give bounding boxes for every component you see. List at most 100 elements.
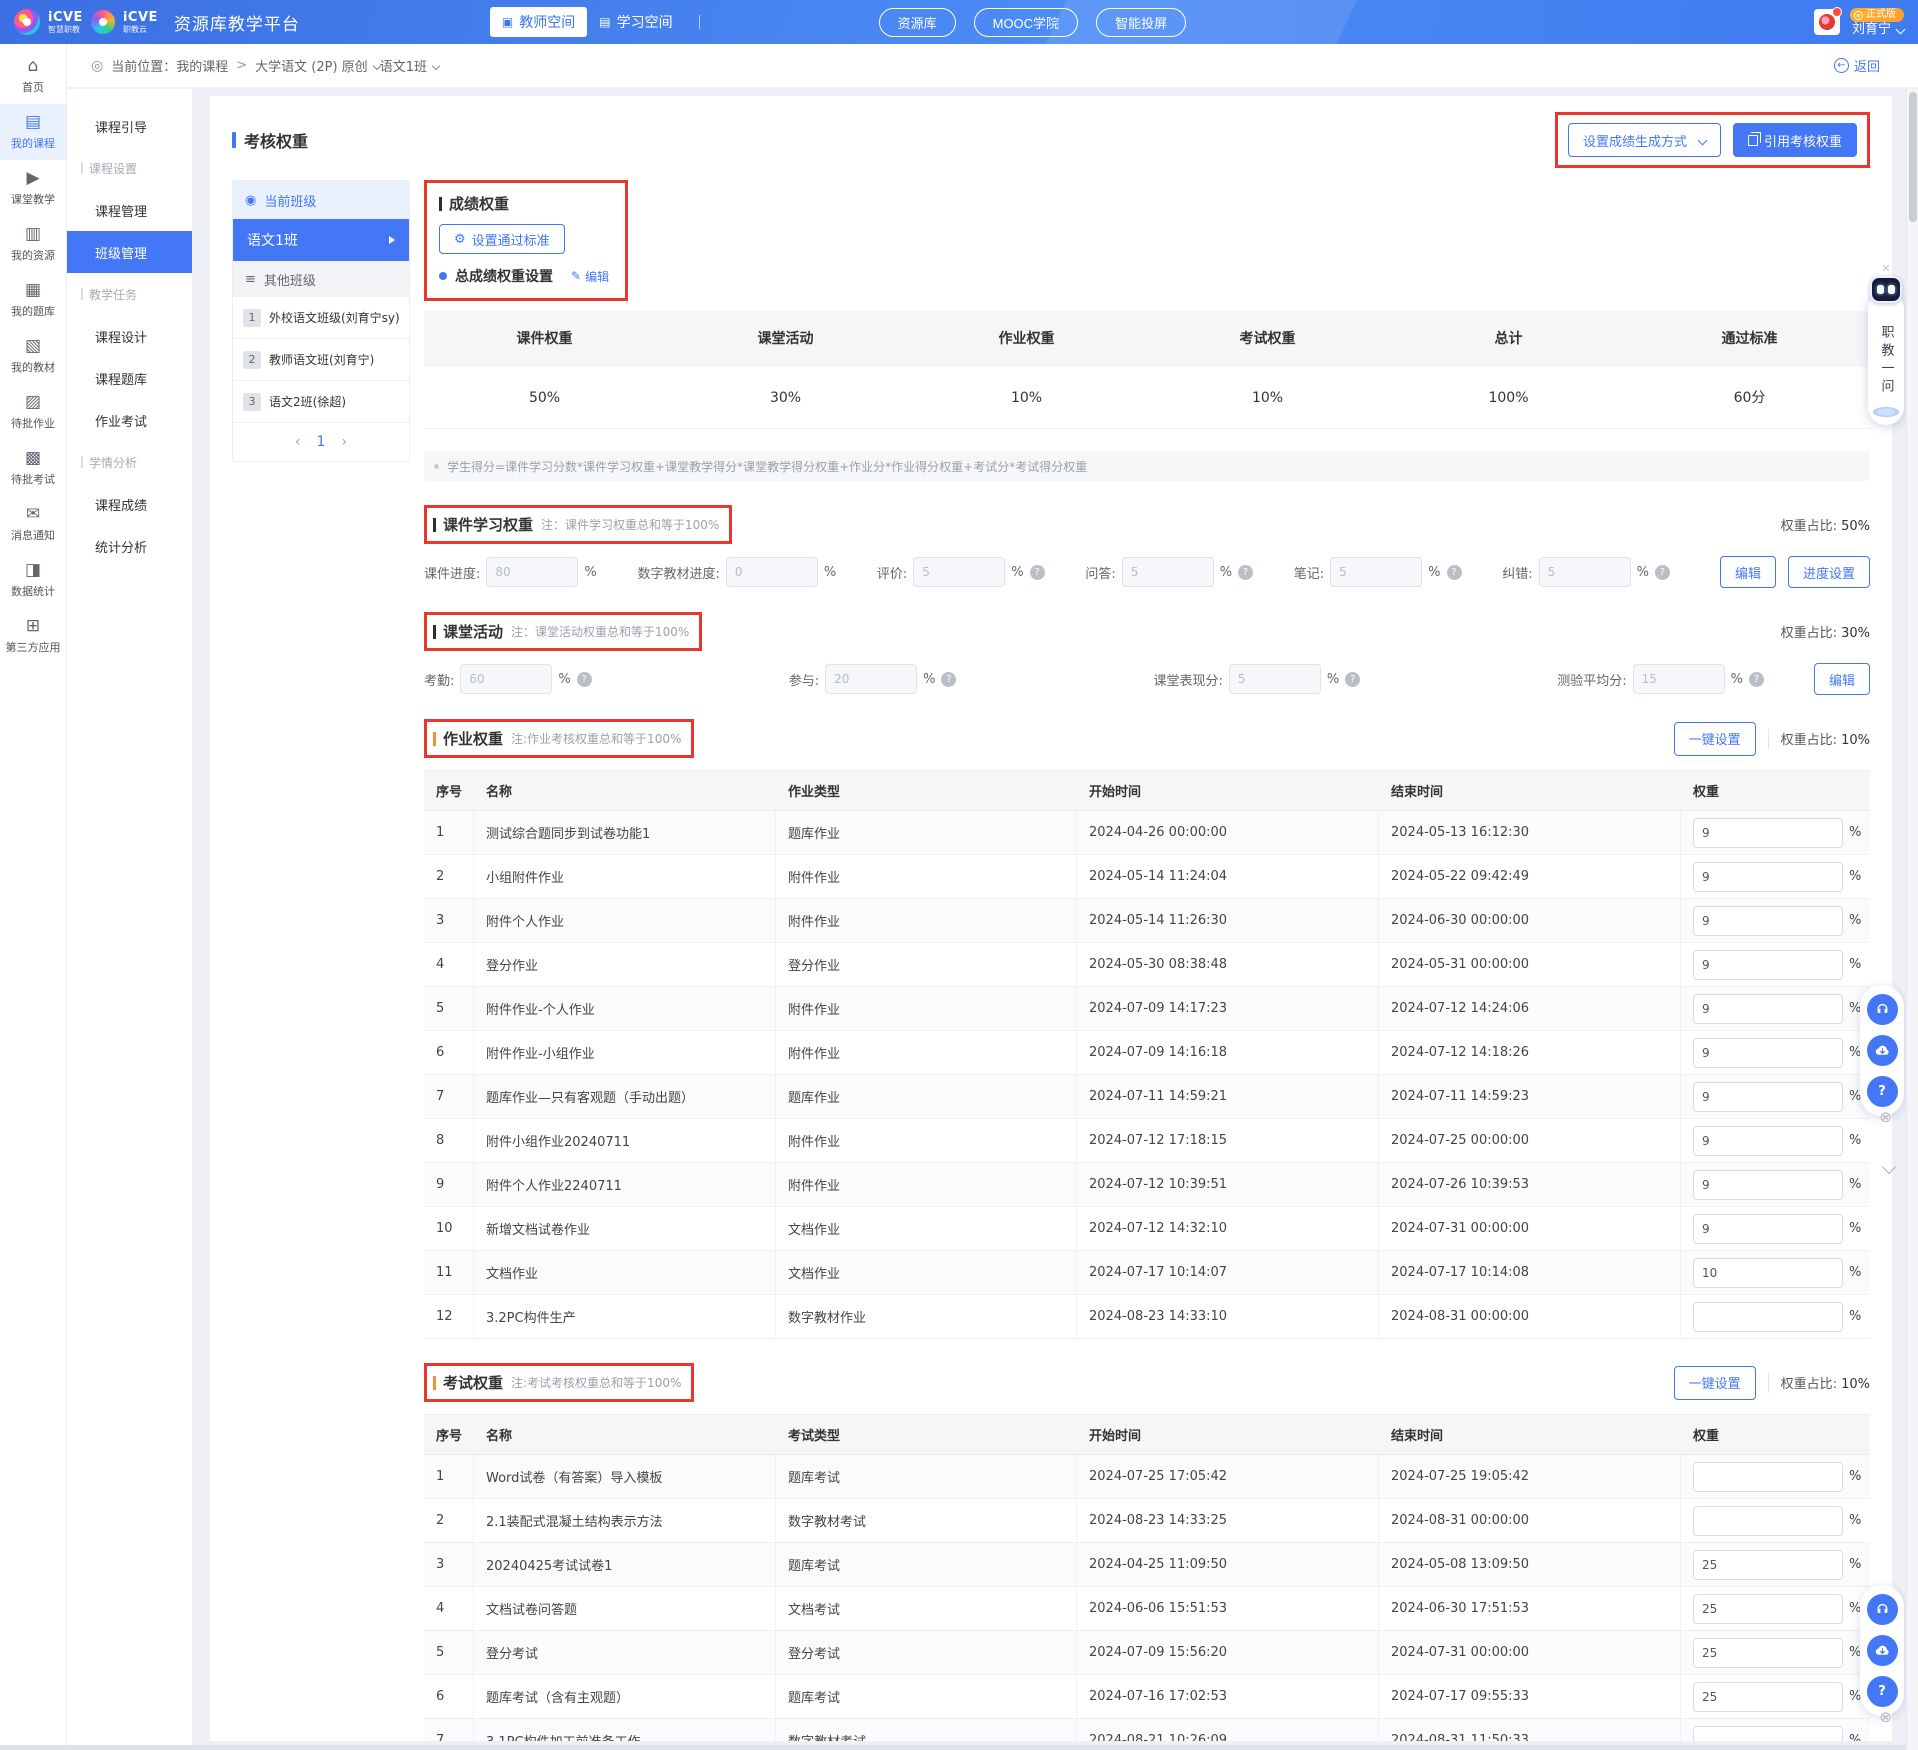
help-icon[interactable]: ? (941, 672, 956, 687)
weight-field-input[interactable] (1122, 557, 1214, 587)
support-headset-button[interactable] (1867, 1594, 1898, 1625)
help-icon[interactable]: ? (1749, 672, 1764, 687)
weight-field-input[interactable] (1633, 664, 1725, 694)
set-grade-method-button[interactable]: 设置成绩生成方式 (1568, 123, 1721, 157)
row-weight-input[interactable] (1693, 1594, 1843, 1624)
back-link[interactable]: ← 返回 (1834, 56, 1880, 75)
weight-field-input[interactable] (726, 557, 818, 587)
end-time: 2024-07-17 09:55:33 (1379, 1675, 1681, 1718)
current-class-item[interactable]: 语文1班 (233, 219, 409, 261)
breadcrumb-item[interactable]: 语文1班 (380, 56, 439, 75)
download-button[interactable] (1867, 1635, 1898, 1666)
weight-field-input[interactable] (1539, 557, 1631, 587)
menu-item[interactable]: 统计分析 (67, 525, 192, 567)
import-weight-button[interactable]: 引用考核权重 (1733, 123, 1857, 157)
row-weight-input[interactable] (1693, 1682, 1843, 1712)
help-icon[interactable]: ? (1238, 565, 1253, 580)
sidebar-item[interactable]: ▥ 我的资源 (0, 216, 66, 272)
menu-item[interactable]: 课程设计 (67, 315, 192, 357)
menu-item[interactable]: 作业考试 (67, 399, 192, 441)
help-button[interactable]: ? (1867, 1076, 1898, 1107)
courseware-edit-button[interactable]: 编辑 (1720, 556, 1776, 588)
menu-item[interactable]: 课程设置 (67, 147, 192, 189)
sidebar-item[interactable]: ▤ 我的课程 (0, 104, 66, 160)
row-weight-input[interactable] (1693, 1170, 1843, 1200)
row-weight-input[interactable] (1693, 1726, 1843, 1742)
class-list-item[interactable]: 2 教师语文班(刘育宁) (233, 339, 409, 381)
row-weight-input[interactable] (1693, 1638, 1843, 1668)
sidebar-item[interactable]: ◨ 数据统计 (0, 552, 66, 608)
user-menu[interactable]: 刘育宁 (1852, 23, 1904, 36)
help-icon[interactable]: ? (1030, 565, 1045, 580)
sidebar-item[interactable]: ✉ 消息通知 (0, 496, 66, 552)
total-weight-edit-link[interactable]: ✎ 编辑 (571, 268, 609, 285)
assistant-close-icon[interactable]: ✕ (1881, 262, 1890, 275)
scrollbar[interactable] (1906, 89, 1918, 1750)
row-weight-input[interactable] (1693, 862, 1843, 892)
sidebar-item[interactable]: ▩ 待批考试 (0, 440, 66, 496)
quick-link-button[interactable]: 智能投屏 (1096, 8, 1186, 37)
breadcrumb-item[interactable]: 我的课程 (176, 56, 228, 75)
quick-link-button[interactable]: MOOC学院 (974, 8, 1078, 37)
row-weight-input[interactable] (1693, 1506, 1843, 1536)
help-icon[interactable]: ? (1345, 672, 1360, 687)
progress-settings-button[interactable]: 进度设置 (1788, 556, 1870, 588)
help-icon[interactable]: ? (1447, 565, 1462, 580)
exam-quick-set-button[interactable]: 一键设置 (1674, 1366, 1756, 1400)
menu-item[interactable]: 课程成绩 (67, 483, 192, 525)
menu-item[interactable]: 课程管理 (67, 189, 192, 231)
sidebar-item[interactable]: ▶ 课堂教学 (0, 160, 66, 216)
sidebar-item[interactable]: ▦ 我的题库 (0, 272, 66, 328)
row-weight-input[interactable] (1693, 1082, 1843, 1112)
row-weight-input[interactable] (1693, 1258, 1843, 1288)
close-tools-icon[interactable]: ⊗ (1879, 1708, 1892, 1726)
help-icon[interactable]: ? (577, 672, 592, 687)
row-weight-input[interactable] (1693, 1214, 1843, 1244)
weight-field-input[interactable] (486, 557, 578, 587)
next-page-button[interactable]: › (341, 434, 347, 450)
breadcrumb-item-label: 大学语文 (2P) 原创 (255, 56, 368, 75)
space-tab[interactable]: ▤ 学习空间 (587, 7, 684, 37)
close-tools-icon[interactable]: ⊗ (1879, 1108, 1892, 1126)
menu-item[interactable]: 班级管理 (67, 231, 192, 273)
support-headset-button[interactable] (1867, 994, 1898, 1025)
help-icon[interactable]: ? (1655, 565, 1670, 580)
assistant-pill[interactable]: 职教一问 (1868, 291, 1904, 425)
weight-field-input[interactable] (913, 557, 1005, 587)
menu-item[interactable]: 课程题库 (67, 357, 192, 399)
app-launcher-icon[interactable] (1814, 9, 1840, 35)
row-weight-input[interactable] (1693, 906, 1843, 936)
weight-field-input[interactable] (1229, 664, 1321, 694)
weight-field-input[interactable] (825, 664, 917, 694)
prev-page-button[interactable]: ‹ (295, 434, 301, 450)
sidebar-item[interactable]: ▨ 待批作业 (0, 384, 66, 440)
row-weight-input[interactable] (1693, 1302, 1843, 1332)
row-weight-input[interactable] (1693, 950, 1843, 980)
homework-quick-set-button[interactable]: 一键设置 (1674, 722, 1756, 756)
space-tab[interactable]: ▣ 教师空间 (490, 7, 587, 37)
weight-field-input[interactable] (460, 664, 552, 694)
activity-edit-button[interactable]: 编辑 (1814, 663, 1870, 695)
menu-item[interactable]: 课程引导 (67, 105, 192, 147)
menu-item[interactable]: 教学任务 (67, 273, 192, 315)
sidebar-item[interactable]: ⌂ 首页 (0, 48, 66, 104)
class-list-item[interactable]: 3 语文2班(徐超) (233, 381, 409, 423)
row-weight-input[interactable] (1693, 1550, 1843, 1580)
scrollbar-thumb[interactable] (1909, 92, 1917, 222)
weight-field-input[interactable] (1330, 557, 1422, 587)
quick-link-button[interactable]: 资源库 (879, 8, 956, 37)
class-list-item[interactable]: 1 外校语文班级(刘育宁sy) (233, 297, 409, 339)
row-weight-input[interactable] (1693, 1462, 1843, 1492)
sidebar-item[interactable]: ▧ 我的教材 (0, 328, 66, 384)
row-weight-input[interactable] (1693, 1126, 1843, 1156)
sidebar-item[interactable]: ⊞ 第三方应用 (0, 608, 66, 664)
menu-item[interactable]: 学情分析 (67, 441, 192, 483)
download-button[interactable] (1867, 1035, 1898, 1066)
row-weight-input[interactable] (1693, 1038, 1843, 1068)
breadcrumb-item[interactable]: > 大学语文 (2P) 原创 (228, 56, 379, 75)
help-button[interactable]: ? (1867, 1676, 1898, 1707)
row-weight-input[interactable] (1693, 818, 1843, 848)
current-page[interactable]: 1 (317, 434, 326, 450)
set-pass-standard-button[interactable]: ⚙ 设置通过标准 (439, 224, 565, 254)
row-weight-input[interactable] (1693, 994, 1843, 1024)
